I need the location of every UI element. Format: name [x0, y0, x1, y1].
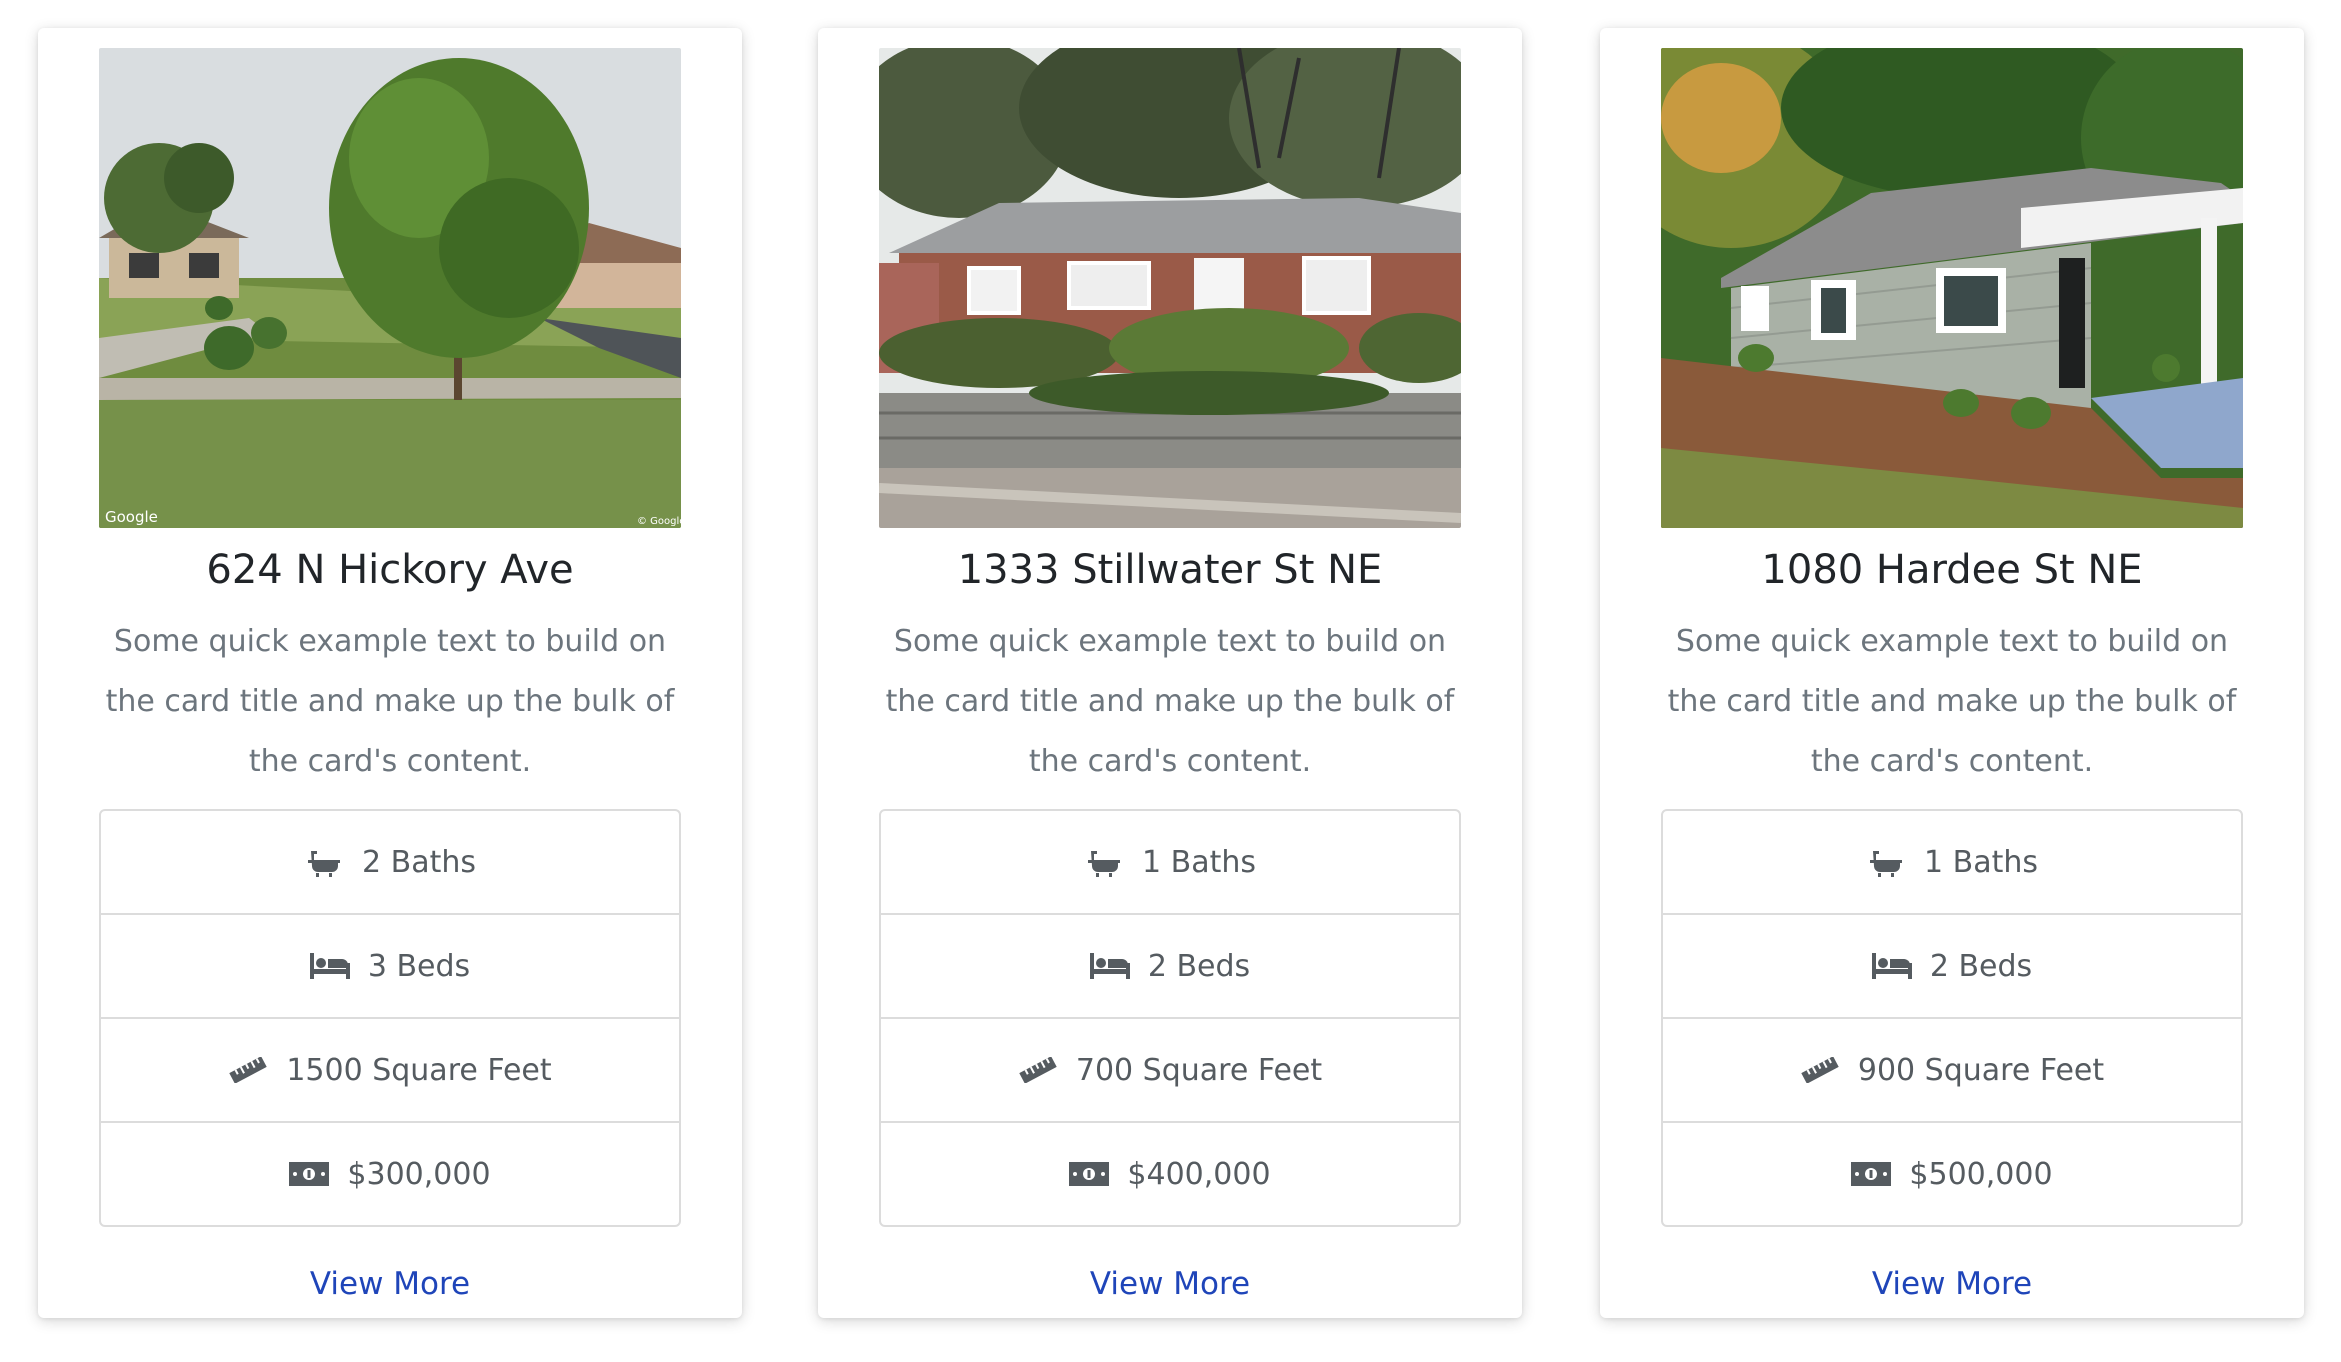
property-details-list: 1 Baths 2 Beds 900 Square Feet $500,000: [1661, 809, 2243, 1227]
price-label: $500,000: [1909, 1156, 2053, 1192]
property-details-list: 2 Baths 3 Beds 1500 Square Feet $300,000: [99, 809, 681, 1227]
card-title: 624 N Hickory Ave: [206, 547, 574, 593]
beds-item: 2 Beds: [881, 913, 1459, 1017]
price-item: $400,000: [881, 1121, 1459, 1225]
property-details-list: 1 Baths 2 Beds 700 Square Feet $400,000: [879, 809, 1461, 1227]
area-item: 900 Square Feet: [1663, 1017, 2241, 1121]
property-photo: Google © Google: [99, 48, 681, 528]
area-item: 1500 Square Feet: [101, 1017, 679, 1121]
card-text: Some quick example text to build on the …: [105, 624, 675, 779]
area-label: 1500 Square Feet: [286, 1052, 552, 1088]
beds-label: 2 Beds: [1147, 948, 1251, 984]
bed-icon: [1871, 950, 1912, 982]
card-text: Some quick example text to build on the …: [885, 624, 1455, 779]
area-label: 900 Square Feet: [1857, 1052, 2105, 1088]
bed-icon: [309, 950, 350, 982]
area-label: 700 Square Feet: [1075, 1052, 1323, 1088]
property-photo: [1661, 48, 2243, 528]
baths-label: 1 Baths: [1142, 844, 1256, 880]
beds-item: 3 Beds: [101, 913, 679, 1017]
price-item: $500,000: [1663, 1121, 2241, 1225]
view-more-link[interactable]: View More: [818, 1266, 1522, 1302]
ruler-icon: [228, 1054, 268, 1086]
view-more-link[interactable]: View More: [1600, 1266, 2304, 1302]
price-label: $300,000: [347, 1156, 491, 1192]
property-photo: [879, 48, 1461, 528]
beds-label: 2 Beds: [1929, 948, 2033, 984]
baths-label: 2 Baths: [362, 844, 476, 880]
money-bill-icon: [289, 1158, 330, 1190]
bath-icon: [1084, 846, 1124, 878]
money-bill-icon: [1851, 1158, 1892, 1190]
ruler-icon: [1018, 1054, 1058, 1086]
google-watermark: Google: [105, 508, 158, 526]
view-more-link[interactable]: View More: [38, 1266, 742, 1302]
bath-icon: [304, 846, 344, 878]
bed-icon: [1089, 950, 1130, 982]
copyright-watermark: © Google: [637, 516, 681, 527]
card-title: 1333 Stillwater St NE: [957, 547, 1383, 593]
card-title: 1080 Hardee St NE: [1761, 547, 2143, 593]
beds-item: 2 Beds: [1663, 913, 2241, 1017]
price-item: $300,000: [101, 1121, 679, 1225]
baths-item: 1 Baths: [881, 811, 1459, 913]
area-item: 700 Square Feet: [881, 1017, 1459, 1121]
property-card: 1333 Stillwater St NE Some quick example…: [818, 28, 1522, 1318]
beds-label: 3 Beds: [367, 948, 471, 984]
card-text: Some quick example text to build on the …: [1667, 624, 2237, 779]
property-card: Google © Google 624 N Hickory Ave Some q…: [38, 28, 742, 1318]
price-label: $400,000: [1127, 1156, 1271, 1192]
ruler-icon: [1800, 1054, 1840, 1086]
baths-label: 1 Baths: [1924, 844, 2038, 880]
property-card: 1080 Hardee St NE Some quick example tex…: [1600, 28, 2304, 1318]
bath-icon: [1866, 846, 1906, 878]
listing-cards-row: Google © Google 624 N Hickory Ave Some q…: [0, 0, 2341, 1362]
baths-item: 1 Baths: [1663, 811, 2241, 913]
baths-item: 2 Baths: [101, 811, 679, 913]
money-bill-icon: [1069, 1158, 1110, 1190]
